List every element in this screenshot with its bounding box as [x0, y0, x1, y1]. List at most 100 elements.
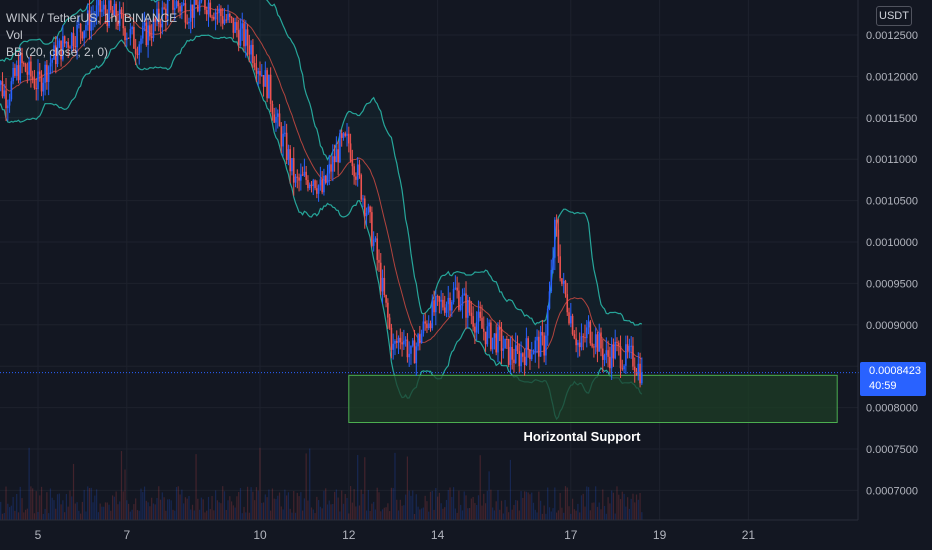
- candle-body: [442, 299, 444, 308]
- candle-body: [495, 333, 498, 353]
- volume-bar: [593, 502, 595, 520]
- volume-bar: [215, 490, 217, 520]
- volume-bar: [360, 489, 362, 520]
- candle-body: [449, 297, 451, 311]
- volume-bar: [559, 492, 561, 520]
- volume-bar: [468, 508, 471, 520]
- candle-body: [641, 372, 643, 384]
- volume-bar: [207, 496, 210, 520]
- volume-bar: [191, 504, 194, 520]
- candle-body: [390, 327, 393, 350]
- volume-bar: [488, 471, 490, 520]
- volume-bar: [229, 496, 231, 520]
- volume-bar: [552, 508, 554, 520]
- candle-body: [413, 340, 416, 364]
- volume-bar: [39, 495, 41, 520]
- volume-bar: [422, 507, 424, 520]
- volume-bar: [591, 502, 593, 520]
- candle-body: [573, 334, 576, 339]
- volume-bar: [5, 486, 7, 520]
- candle-body: [532, 352, 535, 355]
- volume-bar: [28, 447, 30, 520]
- volume-bar: [328, 500, 330, 520]
- volume-bar: [211, 496, 213, 520]
- volume-bar: [472, 496, 474, 520]
- volume-bar: [628, 508, 631, 520]
- candle-body: [317, 185, 320, 194]
- volume-bar: [614, 513, 616, 520]
- chart-canvas[interactable]: Horizontal Support 0.00125000.00120000.0…: [0, 0, 932, 550]
- volume-bar: [218, 502, 220, 520]
- volume-bar: [257, 490, 259, 520]
- volume-bar: [294, 512, 297, 520]
- volume-bar: [318, 500, 320, 520]
- candle-body: [197, 4, 199, 12]
- candle-body: [321, 179, 323, 193]
- candle-body: [181, 4, 183, 12]
- volume-bar: [390, 487, 393, 520]
- bb-legend[interactable]: BB (20, close, 2, 0): [6, 44, 177, 61]
- candle-body: [8, 99, 11, 106]
- candle-body: [269, 74, 272, 104]
- volume-bar: [120, 451, 123, 520]
- candle-body: [186, 22, 188, 24]
- candle-body: [601, 348, 604, 360]
- volume-bar: [452, 487, 455, 520]
- volume-bar: [293, 490, 295, 520]
- volume-bar: [381, 509, 384, 520]
- volume-bar: [611, 490, 613, 520]
- volume-bar: [277, 495, 279, 520]
- candle-body: [488, 322, 490, 327]
- candle-body: [255, 67, 258, 74]
- candle-body: [193, 0, 196, 18]
- candle-body: [232, 17, 235, 33]
- candle-body: [257, 71, 260, 74]
- volume-bar: [154, 504, 156, 520]
- candle-body: [33, 79, 36, 88]
- symbol-title[interactable]: WINK / TetherUS, 1h, BINANCE: [6, 10, 177, 27]
- volume-bar: [33, 513, 36, 520]
- volume-bar: [538, 491, 540, 520]
- volume-bar: [99, 503, 101, 520]
- volume-bar: [437, 496, 439, 520]
- volume-bar: [403, 505, 405, 520]
- volume-bar: [287, 492, 290, 520]
- volume-bar: [216, 500, 218, 520]
- volume-bar: [458, 490, 460, 520]
- candle-body: [7, 105, 9, 109]
- candle-body: [516, 345, 519, 352]
- candle-body: [452, 288, 455, 303]
- volume-bar: [312, 509, 314, 520]
- volume-bar: [167, 499, 169, 520]
- candle-body: [385, 294, 387, 303]
- candle-body: [371, 212, 373, 246]
- candle-body: [211, 16, 213, 18]
- candle-body: [585, 327, 588, 339]
- volume-bar: [245, 512, 247, 520]
- volume-bar: [639, 492, 641, 520]
- volume-bar: [563, 512, 565, 520]
- time-axis[interactable]: 5 7 10 12 14 17 19 21: [35, 528, 756, 542]
- support-zone[interactable]: [348, 374, 838, 424]
- candle-body: [12, 67, 14, 82]
- candle-body: [246, 29, 249, 46]
- price-tick-label: 0.0011500: [866, 113, 917, 125]
- currency-button[interactable]: USDT: [876, 6, 912, 26]
- countdown-timer: 40:59: [869, 380, 897, 392]
- volume-bar: [605, 513, 607, 520]
- volume-bar: [74, 503, 76, 520]
- price-axis[interactable]: 0.0012500 0.0012000 0.0011500 0.0011000 0.00…: [866, 30, 918, 497]
- volume-bar: [325, 488, 327, 520]
- volume-bar: [17, 512, 20, 520]
- candle-body: [410, 345, 412, 354]
- volume-bar: [56, 494, 59, 520]
- volume-legend[interactable]: Vol: [6, 27, 177, 44]
- candle-body: [594, 334, 597, 348]
- support-label: Horizontal Support: [524, 429, 642, 444]
- volume-bar: [616, 486, 618, 520]
- volume-bar: [220, 503, 222, 520]
- volume-bar: [53, 500, 55, 520]
- chart-legend: WINK / TetherUS, 1h, BINANCE Vol BB (20,…: [6, 10, 177, 61]
- volume-bar: [289, 508, 291, 520]
- volume-bar: [355, 506, 357, 520]
